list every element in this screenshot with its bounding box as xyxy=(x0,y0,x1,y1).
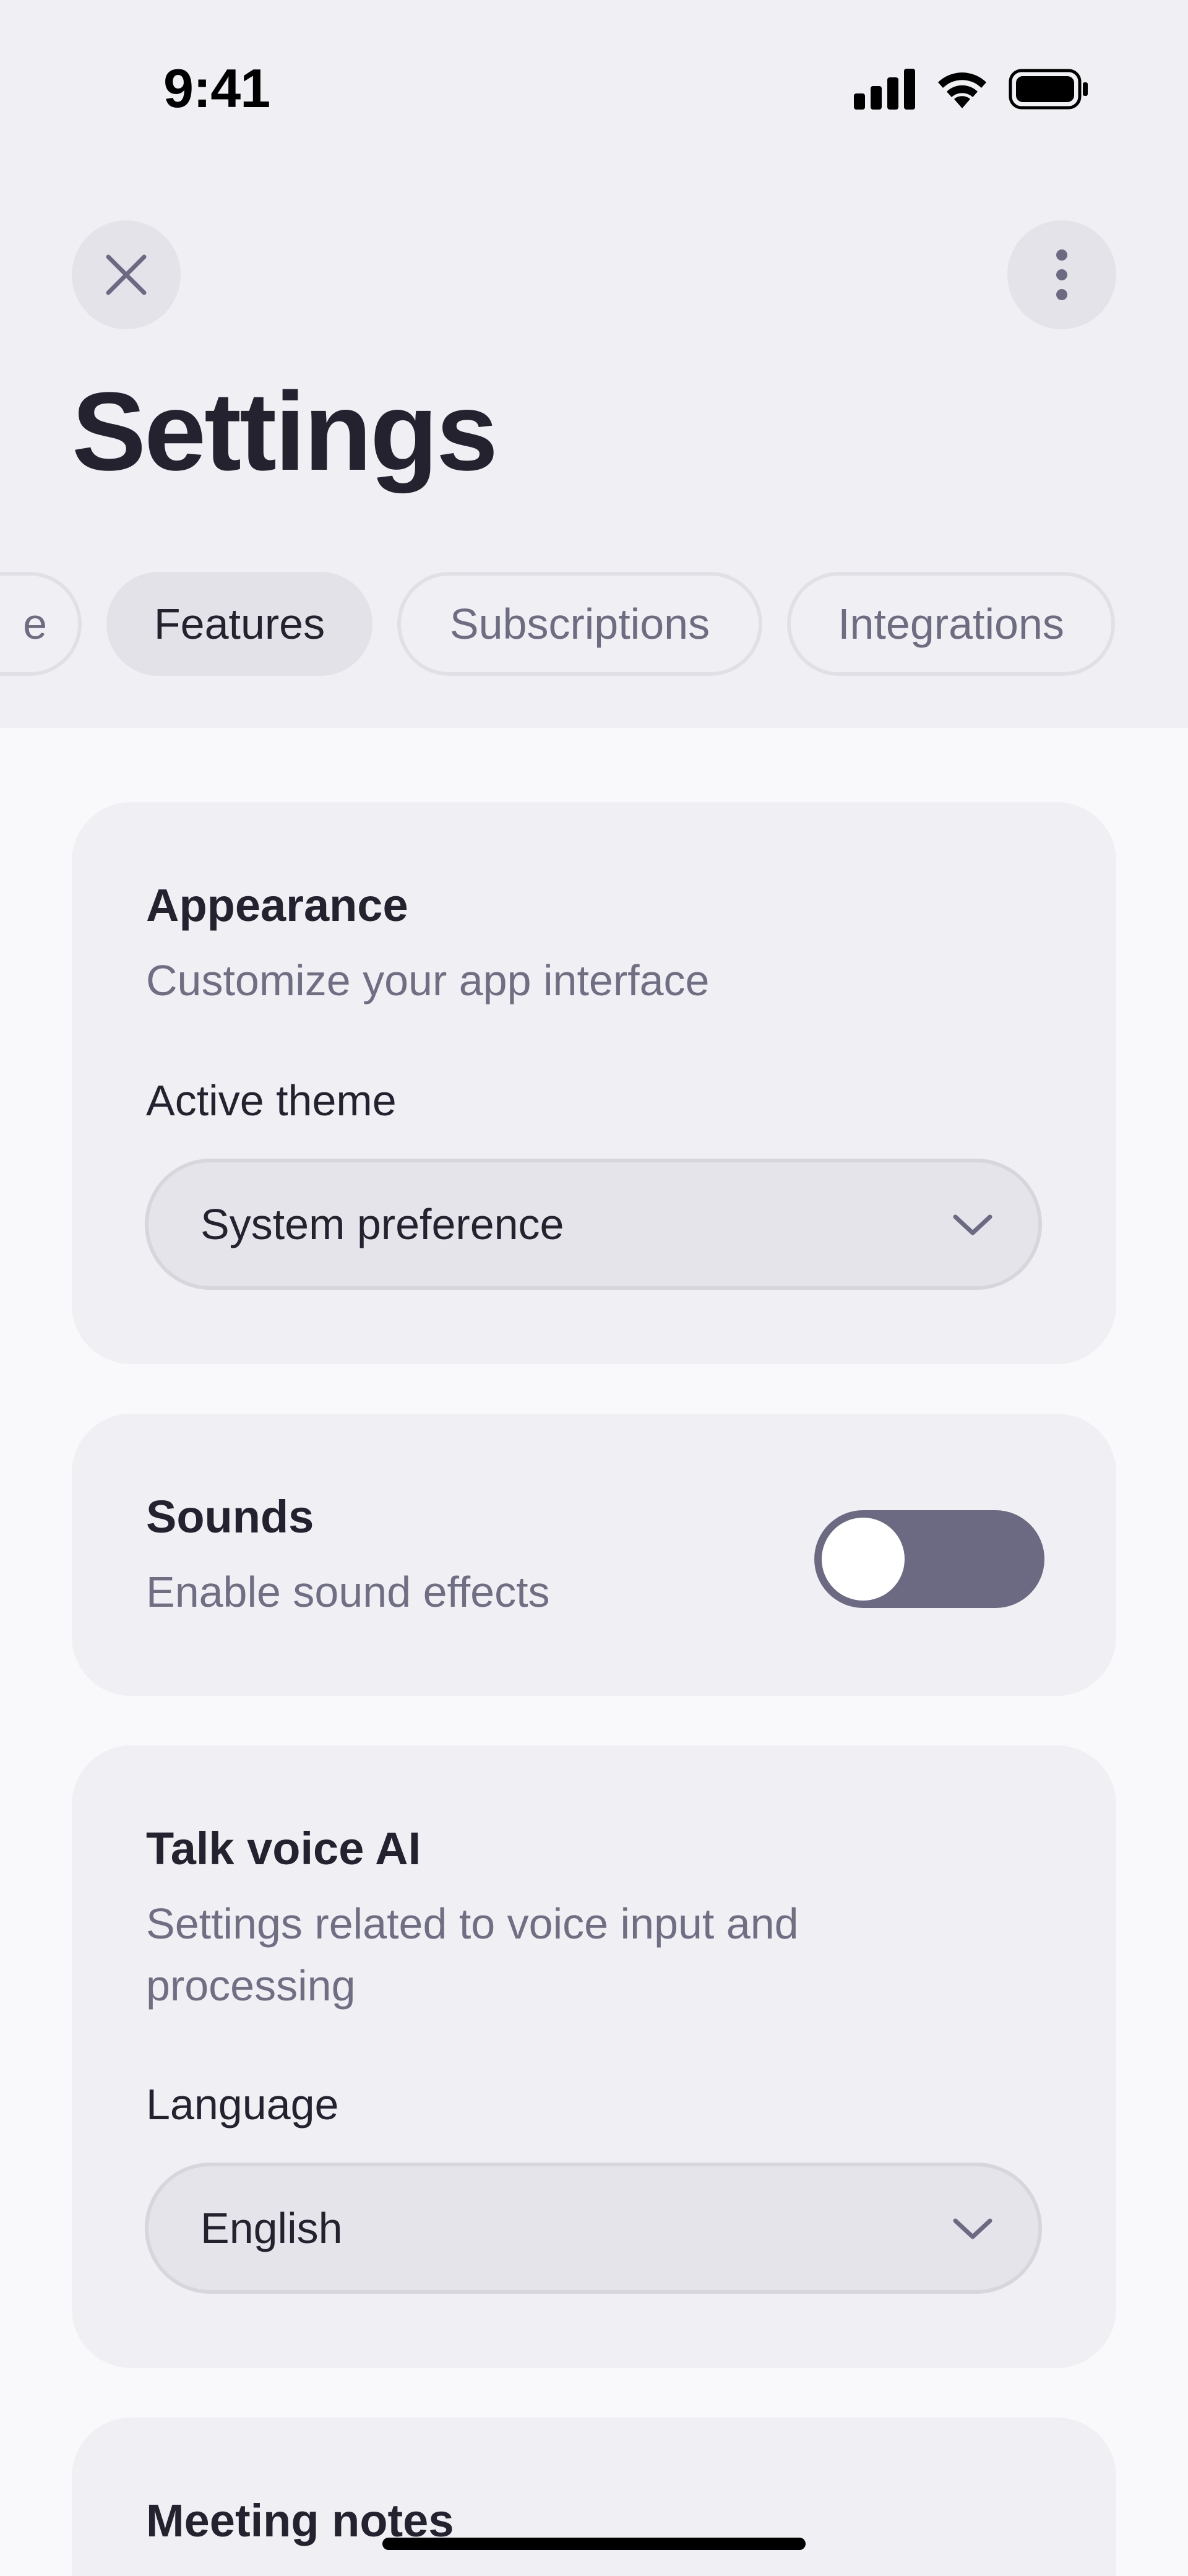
sounds-subtitle: Enable sound effects xyxy=(146,1568,550,1616)
appearance-card: Appearance Customize your app interface … xyxy=(72,802,1116,1364)
settings-tabs: e Features Subscriptions Integrations xyxy=(0,569,1188,681)
more-options-button[interactable] xyxy=(1007,220,1116,329)
more-vertical-icon xyxy=(1056,249,1067,300)
appearance-subtitle: Customize your app interface xyxy=(146,956,710,1005)
status-icons xyxy=(854,67,1089,111)
wifi-icon xyxy=(938,72,986,108)
meeting-notes-card: Meeting notes xyxy=(72,2418,1116,2576)
theme-select-value: System preference xyxy=(200,1200,564,1248)
header: 9:41 Settings e Features Subscriptions I… xyxy=(0,0,1188,728)
sounds-title: Sounds xyxy=(146,1491,314,1542)
language-select[interactable]: English xyxy=(145,2163,1042,2294)
chevron-down-icon xyxy=(953,1214,992,1235)
voice-title: Talk voice AI xyxy=(146,1823,421,1874)
theme-select[interactable]: System preference xyxy=(145,1159,1042,1290)
voice-card: Talk voice AI Settings related to voice … xyxy=(72,1745,1116,2368)
tab-features[interactable]: Features xyxy=(106,572,372,676)
settings-screen: 9:41 Settings e Features Subscriptions I… xyxy=(0,0,1188,2576)
home-indicator xyxy=(382,2538,806,2550)
active-theme-label: Active theme xyxy=(146,1076,397,1125)
tab-integrations[interactable]: Integrations xyxy=(787,572,1115,676)
cellular-signal-icon xyxy=(854,69,915,110)
appearance-title: Appearance xyxy=(146,880,408,931)
language-select-value: English xyxy=(200,2204,343,2252)
tab-subscriptions[interactable]: Subscriptions xyxy=(397,572,762,676)
toggle-knob xyxy=(822,1518,905,1601)
sounds-toggle[interactable] xyxy=(814,1510,1044,1608)
battery-icon xyxy=(1009,69,1088,110)
voice-subtitle: Settings related to voice input and proc… xyxy=(146,1900,799,2010)
close-icon xyxy=(106,254,147,295)
page-title: Settings xyxy=(72,370,498,494)
chevron-down-icon xyxy=(953,2218,992,2239)
tab-partial[interactable]: e xyxy=(0,572,82,676)
close-button[interactable] xyxy=(72,220,181,329)
language-label: Language xyxy=(146,2080,339,2129)
status-time: 9:41 xyxy=(163,58,270,119)
